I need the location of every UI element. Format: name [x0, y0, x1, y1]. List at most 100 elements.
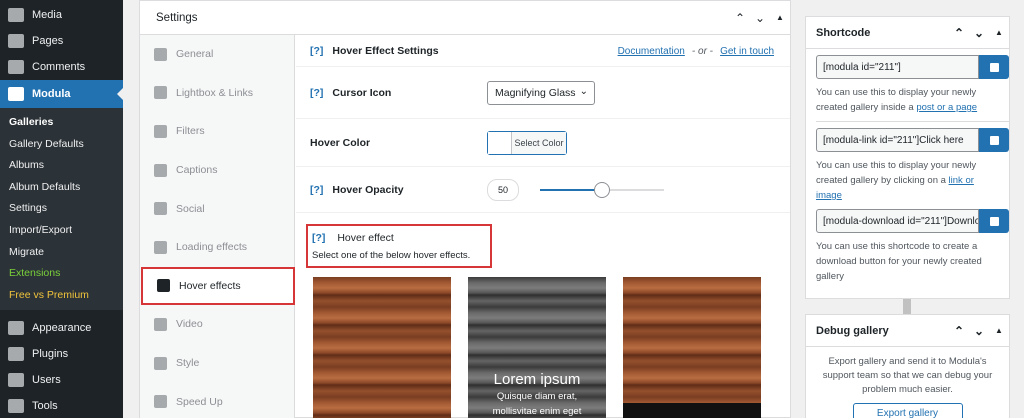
- select-color-button[interactable]: Select Color: [487, 130, 567, 155]
- gear-icon: [154, 47, 167, 61]
- menu-item-comments[interactable]: Comments: [0, 54, 123, 80]
- hover-effects-content: [?] Hover Effect Settings Documentation …: [296, 35, 912, 418]
- cursor-icon-label: Cursor Icon: [332, 86, 392, 99]
- tab-hover-effects[interactable]: Hover effects: [141, 266, 295, 306]
- copy-shortcode-button[interactable]: [979, 128, 1009, 152]
- video-icon: [154, 317, 167, 331]
- section-header-row: [?] Hover Effect Settings Documentation …: [296, 35, 790, 67]
- submenu-import-export[interactable]: Import/Export: [0, 220, 123, 242]
- hover-color-label: Hover Color: [310, 136, 371, 149]
- help-marker[interactable]: [?]: [310, 45, 323, 57]
- help-marker[interactable]: [?]: [310, 87, 323, 99]
- tools-icon: [8, 399, 24, 414]
- settings-tabs: General Lightbox & Links Filters Caption…: [140, 35, 295, 418]
- tab-general[interactable]: General: [140, 35, 294, 74]
- help-marker[interactable]: [?]: [312, 232, 325, 244]
- cursor-icon-row: [?] Cursor Icon Magnifying Glass ⌄: [296, 67, 790, 119]
- get-in-touch-link[interactable]: Get in touch: [720, 46, 774, 57]
- chevron-down-icon: ⌄: [579, 85, 588, 97]
- hover-opacity-row: [?] Hover Opacity 50: [296, 167, 790, 213]
- shortcode-title: Shortcode: [816, 26, 871, 39]
- caret-up-icon[interactable]: ▲: [770, 13, 790, 22]
- submenu-album-defaults[interactable]: Album Defaults: [0, 177, 123, 199]
- appearance-icon: [8, 321, 24, 336]
- chevron-down-icon[interactable]: ⌄: [969, 26, 989, 40]
- save-icon: [989, 216, 999, 226]
- submenu-free-vs-premium[interactable]: Free vs Premium: [0, 285, 123, 307]
- shortcode-box: Shortcode ⌃ ⌄ ▲ [modula id="211"] You ca…: [805, 16, 1010, 299]
- shortcode-link-input[interactable]: [modula-link id="211"]Click here: [816, 128, 979, 152]
- shortcode-row: [modula-download id="211"]Download: [816, 209, 1009, 233]
- shortcode-row: [modula id="211"]: [816, 55, 1009, 79]
- preview-caption-bar: [623, 403, 761, 418]
- shortcode-description: You can use this shortcode to create a d…: [816, 241, 982, 282]
- help-marker[interactable]: [?]: [310, 184, 323, 196]
- hover-color-row: Hover Color Select Color: [296, 119, 790, 167]
- copy-shortcode-button[interactable]: [979, 55, 1009, 79]
- loading-icon: [154, 240, 167, 254]
- cursor-icon-select[interactable]: Magnifying Glass ⌄: [487, 80, 595, 105]
- hover-opacity-slider[interactable]: [540, 181, 664, 198]
- shortcode-download-input[interactable]: [modula-download id="211"]Download: [816, 209, 979, 233]
- speed-icon: [154, 395, 167, 409]
- hover-effect-preview[interactable]: [313, 277, 451, 418]
- post-or-page-link[interactable]: post or a page: [916, 102, 977, 113]
- chevron-up-icon[interactable]: ⌃: [949, 26, 969, 40]
- menu-item-pages[interactable]: Pages: [0, 28, 123, 54]
- tab-captions[interactable]: Captions: [140, 151, 294, 190]
- color-swatch: [488, 131, 512, 154]
- submenu-migrate[interactable]: Migrate: [0, 242, 123, 264]
- pages-icon: [8, 34, 24, 48]
- tab-speed-up[interactable]: Speed Up: [140, 382, 294, 418]
- menu-item-media[interactable]: Media: [0, 2, 123, 28]
- menu-item-tools[interactable]: Tools: [0, 393, 123, 418]
- chevron-up-icon[interactable]: ⌃: [730, 11, 750, 25]
- settings-panel: Settings ⌃ ⌄ ▲ General Lightbox & Links …: [139, 0, 912, 418]
- caret-up-icon[interactable]: ▲: [989, 28, 1009, 37]
- plugins-icon: [8, 347, 24, 362]
- shortcode-description: You can use this to display your newly c…: [816, 87, 978, 113]
- menu-item-modula[interactable]: Modula: [0, 80, 123, 108]
- admin-sidebar: Media Pages Comments Modula Galleries Ga…: [0, 0, 123, 418]
- comments-icon: [8, 60, 24, 74]
- chevron-down-icon[interactable]: ⌄: [750, 11, 770, 25]
- copy-shortcode-button[interactable]: [979, 209, 1009, 233]
- hover-effect-label: Hover effect: [337, 232, 394, 244]
- slider-thumb[interactable]: [594, 181, 610, 198]
- tab-loading-effects[interactable]: Loading effects: [140, 228, 294, 267]
- submenu-galleries[interactable]: Galleries: [0, 112, 123, 134]
- tab-lightbox-links[interactable]: Lightbox & Links: [140, 74, 294, 113]
- export-gallery-button[interactable]: Export gallery: [852, 403, 963, 418]
- modula-icon: [8, 87, 24, 101]
- tab-filters[interactable]: Filters: [140, 112, 294, 151]
- hover-effect-preview[interactable]: [623, 277, 761, 418]
- save-icon: [989, 62, 999, 72]
- preview-title: Lorem ipsum: [493, 371, 581, 388]
- menu-item-plugins[interactable]: Plugins: [0, 341, 123, 367]
- menu-item-appearance[interactable]: Appearance: [0, 315, 123, 341]
- save-icon: [989, 135, 999, 145]
- tab-social[interactable]: Social: [140, 189, 294, 228]
- submenu-albums[interactable]: Albums: [0, 155, 123, 177]
- documentation-link[interactable]: Documentation: [618, 46, 685, 57]
- tab-style[interactable]: Style: [140, 344, 294, 383]
- settings-panel-header: Settings ⌃ ⌄ ▲: [140, 1, 790, 35]
- tab-video[interactable]: Video: [140, 305, 294, 344]
- submenu-gallery-defaults[interactable]: Gallery Defaults: [0, 134, 123, 156]
- submenu-settings[interactable]: Settings: [0, 198, 123, 220]
- chevron-up-icon[interactable]: ⌃: [949, 324, 969, 338]
- hover-effect-description: Select one of the below hover effects.: [312, 250, 471, 261]
- hover-opacity-label: Hover Opacity: [332, 183, 404, 196]
- hover-effect-preview[interactable]: Lorem ipsum Quisque diam erat, mollisvit…: [468, 277, 606, 418]
- shortcode-input[interactable]: [modula id="211"]: [816, 55, 979, 79]
- preview-subtitle-line: Quisque diam erat,: [496, 391, 578, 402]
- chevron-down-icon[interactable]: ⌄: [969, 324, 989, 338]
- menu-item-users[interactable]: Users: [0, 367, 123, 393]
- hover-grid-icon: [157, 279, 170, 293]
- caret-up-icon[interactable]: ▲: [989, 326, 1009, 335]
- submenu-extensions[interactable]: Extensions: [0, 263, 123, 285]
- link-icon: [154, 202, 167, 216]
- hover-opacity-input[interactable]: 50: [487, 178, 519, 201]
- users-icon: [8, 373, 24, 388]
- captions-icon: [154, 163, 167, 177]
